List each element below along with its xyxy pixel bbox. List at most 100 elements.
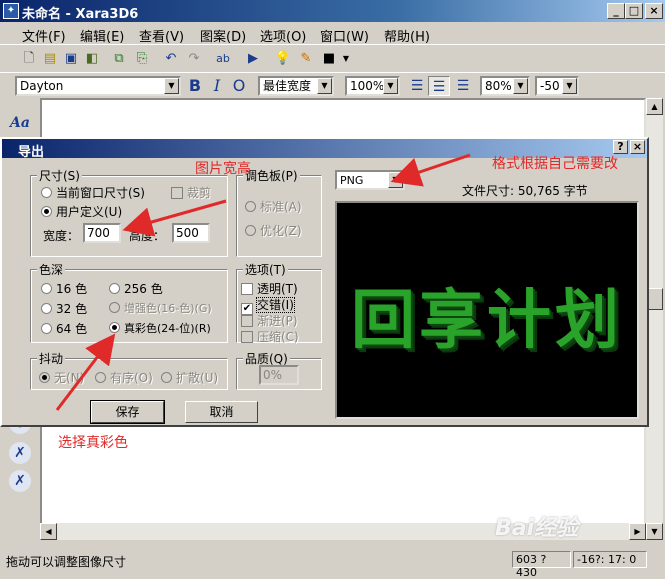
frame-icon[interactable]: ■ [320,50,338,68]
crop-label: 裁剪 [187,186,212,200]
anim-tool-5-icon[interactable]: ✗ [9,470,31,492]
radio-icon [245,225,256,236]
menu-edit[interactable]: 编辑(E) [80,26,124,45]
redo-icon[interactable]: ↷ [185,50,203,68]
chevron-down-icon[interactable]: ▼ [164,78,179,94]
radio-checked-icon [39,372,50,383]
line-spacing-select[interactable]: 80% ▼ [480,76,530,96]
palette-optimized-radio[interactable]: 优化(Z) [245,222,302,239]
maximize-button[interactable]: □ [625,3,643,19]
paste-icon[interactable]: ⎘ [133,50,151,68]
chevron-down-icon[interactable]: ▼ [388,172,403,188]
color-16-radio[interactable]: 16 色 [41,280,87,297]
color-64-label: 64 色 [56,322,88,336]
align-right-icon[interactable]: ☰ [452,76,474,96]
char-spacing-select[interactable]: -50 ▼ [535,76,579,96]
status-message: 拖动可以调整图像尺寸 [6,555,127,569]
zoom-select[interactable]: 100% ▼ [345,76,400,96]
dither-diffuse-radio[interactable]: 扩散(U) [161,369,218,386]
dither-diffuse-label: 扩散(U) [176,371,219,385]
color-depth-legend: 色深 [37,261,66,278]
outline-button[interactable]: O [228,76,250,96]
width-mode-select[interactable]: 最佳宽度 ▼ [258,76,334,96]
color-enhanced-radio[interactable]: 增强色(16-色)(G) [109,300,212,316]
size-group: 尺寸(S) 当前窗口尺寸(S) 用户定义(U) 裁剪 宽度： 700 高度： 5… [30,167,228,257]
dither-none-radio[interactable]: 无(N) [39,369,84,386]
menu-help[interactable]: 帮助(H) [384,26,430,45]
align-left-icon[interactable]: ☰ [406,76,428,96]
menu-options[interactable]: 选项(O) [260,26,306,45]
checkbox-icon [241,283,253,295]
animation-icon[interactable]: ▶ [244,50,262,68]
chevron-down-icon[interactable]: ▼ [317,78,332,94]
radio-icon [41,187,52,198]
font-select[interactable]: Dayton ▼ [15,76,181,96]
color-64-radio[interactable]: 64 色 [41,320,87,337]
menu-view[interactable]: 查看(V) [139,26,184,45]
current-window-size-radio[interactable]: 当前窗口尺寸(S) [41,184,145,201]
progressive-checkbox[interactable]: 渐进(P) [241,312,298,329]
cancel-button[interactable]: 取消 [185,401,258,423]
scroll-up-icon[interactable]: ▲ [646,98,663,115]
text-style-icon[interactable]: Aa [9,112,31,134]
format-select[interactable]: PNG ▼ [335,170,405,190]
italic-button[interactable]: I [206,76,228,96]
dither-group: 抖动 无(N) 有序(O) 扩散(U) [30,350,228,390]
palette-standard-radio[interactable]: 标准(A) [245,198,302,215]
dither-ordered-radio[interactable]: 有序(O) [95,369,153,386]
quality-input[interactable]: 0% [259,365,299,385]
menu-window[interactable]: 窗口(W) [320,26,369,45]
align-center-icon[interactable]: ☰ [428,76,450,96]
transparent-checkbox[interactable]: 透明(T) [241,280,298,297]
save-button[interactable]: 保存 [90,400,165,424]
anim-tool-4-icon[interactable]: ✗ [9,442,31,464]
color-picker-icon[interactable]: ✎ [297,50,315,68]
bold-button[interactable]: B [184,76,206,96]
chevron-down-icon[interactable]: ▼ [337,50,355,68]
compress-checkbox[interactable]: 压缩(C) [241,328,299,345]
minimize-button[interactable]: _ [607,3,625,19]
dialog-title: 导出 [18,145,45,160]
close-button[interactable]: × [645,3,663,19]
palette-legend: 调色板(P) [243,167,300,184]
color-16-label: 16 色 [56,282,88,296]
dialog-close-button[interactable]: × [630,140,645,154]
text-edit-icon[interactable]: ab [214,50,232,68]
chevron-down-icon[interactable]: ▼ [513,78,528,94]
main-toolbar: 🗋 ▤ ▣ ◧ ⧉ ⎘ ↶ ↷ ab ▶ 💡 ✎ ■ ▼ [0,44,665,72]
color-256-radio[interactable]: 256 色 [109,280,163,297]
scroll-down-icon[interactable]: ▼ [646,523,663,540]
crop-checkbox[interactable]: 裁剪 [171,184,211,201]
width-input[interactable]: 700 [83,223,121,243]
new-file-icon[interactable]: 🗋 [20,50,38,68]
open-folder-icon[interactable]: ▤ [41,50,59,68]
color-256-label: 256 色 [124,282,163,296]
palette-group: 调色板(P) 标准(A) 优化(Z) [236,167,322,257]
width-mode-value: 最佳宽度 [263,79,312,93]
radio-icon [245,201,256,212]
radio-icon [95,372,106,383]
menu-design[interactable]: 图案(D) [200,26,246,45]
zoom-value: 100% [350,79,385,93]
undo-icon[interactable]: ↶ [162,50,180,68]
quality-group: 品质(Q) 0% [236,350,322,390]
color-32-radio[interactable]: 32 色 [41,300,87,317]
chevron-down-icon[interactable]: ▼ [383,78,398,94]
copy-icon[interactable]: ⧉ [110,50,128,68]
custom-size-radio[interactable]: 用户定义(U) [41,203,122,220]
chevron-down-icon[interactable]: ▼ [562,78,577,94]
scroll-left-icon[interactable]: ◀ [40,523,57,540]
export-icon[interactable]: ◧ [83,50,101,68]
dither-ordered-label: 有序(O) [110,371,153,385]
height-input[interactable]: 500 [172,223,210,243]
light-bulb-icon[interactable]: 💡 [274,50,292,68]
options-legend: 选项(T) [243,261,288,278]
transparent-label: 透明(T) [257,282,298,296]
window-title-bar[interactable]: ✦ 未命名 - Xara3D6 _ □ × [0,0,665,22]
menu-file[interactable]: 文件(F) [22,26,66,45]
dialog-help-button[interactable]: ? [613,140,628,154]
radio-checked-icon [109,322,120,333]
save-icon[interactable]: ▣ [62,50,80,68]
color-truecolor-radio[interactable]: 真彩色(24-位)(R) [109,320,211,336]
scroll-right-icon[interactable]: ▶ [629,523,646,540]
